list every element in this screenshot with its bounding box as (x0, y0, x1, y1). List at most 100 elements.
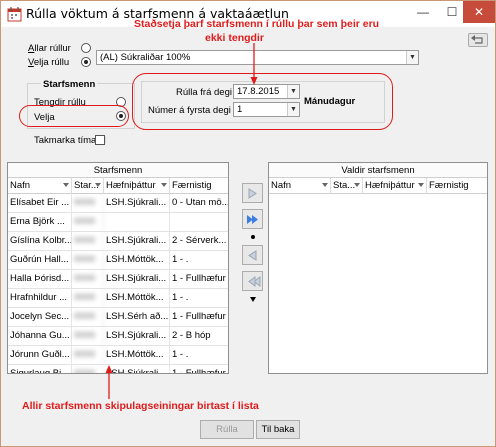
filter-icon[interactable] (322, 183, 328, 187)
close-button[interactable]: ✕ (463, 1, 495, 23)
cell-level: 2 - B hóp (170, 327, 228, 345)
cell-name: Guðrún Hall... (8, 251, 72, 269)
cell-level (170, 213, 228, 231)
separator-dot (251, 235, 255, 239)
cell-skill: LSH.Sjúkrali... (104, 232, 170, 250)
table-row[interactable]: Halla Þórisd... 0000 LSH.Sjúkrali... 1 - Fu… (8, 270, 228, 289)
cell-skill: LSH.Sjúkrali... (104, 365, 170, 373)
column-header-staff-no[interactable]: Sta... (331, 178, 363, 194)
cell-level: 1 - Fullhæfur (170, 270, 228, 288)
cell-skill: LSH.Móttök... (104, 346, 170, 364)
roll-button[interactable]: Rúlla (200, 420, 254, 439)
staff-grid: Starfsmenn Nafn Star... Hæfniþáttur Færn… (7, 162, 229, 374)
annotation-bottom: Allir starfsmenn skipulagseiningar birta… (22, 400, 259, 412)
move-all-right-button[interactable] (242, 209, 263, 229)
cell-level: 2 - Sérverk... (170, 232, 228, 250)
annotation-top-line1: Staðsetja þarf starfsmenn í rúllu þar se… (134, 18, 380, 30)
staff-group-legend: Starfsmenn (41, 79, 98, 90)
cell-star: 0000 (72, 270, 104, 288)
selected-staff-grid-title: Valdir starfsmenn (269, 163, 487, 178)
column-header-name[interactable]: Nafn (269, 178, 331, 194)
arrow-right-icon (248, 188, 257, 199)
choose-roll-label: Velja rúllu (28, 57, 70, 68)
column-header-skill[interactable]: Hæfniþáttur (363, 178, 427, 194)
table-row[interactable]: Jóhanna Gu... 0000 LSH.Sjúkrali... 2 - B hó… (8, 327, 228, 346)
double-arrow-right-icon (247, 215, 258, 224)
limit-period-checkbox[interactable] (95, 135, 105, 145)
chevron-down-icon[interactable]: ▼ (406, 51, 418, 64)
undo-icon (471, 35, 483, 44)
cell-level: 1 - Fullhæfur (170, 365, 228, 373)
cell-skill: LSH.Sjúkrali... (104, 194, 170, 212)
back-button[interactable]: Til baka (256, 420, 300, 439)
cell-skill: LSH.Sérh að... (104, 308, 170, 326)
cell-star: 0000 (72, 289, 104, 307)
choose-roll-radio[interactable] (81, 57, 91, 67)
cell-name: Jóhanna Gu... (8, 327, 72, 345)
cell-name: Sigurlaug Bj... (8, 365, 72, 373)
cell-level: 1 - . (170, 251, 228, 269)
table-row[interactable]: Elísabet Eir ... 0000 LSH.Sjúkrali... 0 - U… (8, 194, 228, 213)
cell-star: 0000 (72, 365, 104, 373)
dialog-window: Rúlla vöktum á starfsmenn á vaktaáætlun … (0, 0, 496, 447)
table-row[interactable]: Jórunn Guðl... 0000 LSH.Móttök... 1 - . (8, 346, 228, 365)
roll-select-value: (AL) Súkraliðar 100% (100, 52, 191, 63)
cell-star: 0000 (72, 327, 104, 345)
filter-icon[interactable] (418, 183, 424, 187)
table-row[interactable]: Hrafnhildur ... 0000 LSH.Móttök... 1 - . (8, 289, 228, 308)
cell-star: 0000 (72, 308, 104, 326)
annotation-top-line2: ekki tengdir (205, 32, 264, 44)
staff-grid-header: Nafn Star... Hæfniþáttur Færnistig (8, 178, 228, 194)
all-rolls-label: Allar rúllur (28, 43, 71, 54)
move-all-left-button[interactable] (242, 271, 263, 291)
double-arrow-left-icon (248, 276, 261, 287)
filter-icon[interactable] (161, 183, 167, 187)
column-header-skill[interactable]: Hæfniþáttur (104, 178, 170, 194)
table-row[interactable]: Jocelyn Sec... 0000 LSH.Sérh að... 1 - Full… (8, 308, 228, 327)
column-header-name[interactable]: Nafn (8, 178, 72, 194)
cell-name: Erna Björk ... (8, 213, 72, 231)
cell-level: 1 - . (170, 289, 228, 307)
more-down-icon (250, 297, 256, 302)
cell-skill: LSH.Móttök... (104, 289, 170, 307)
move-right-button[interactable] (242, 183, 263, 203)
table-row[interactable]: Erna Björk ... 0000 (8, 213, 228, 232)
filter-icon[interactable] (95, 183, 101, 187)
filter-icon[interactable] (63, 183, 69, 187)
cell-level: 1 - . (170, 346, 228, 364)
cell-name: Elísabet Eir ... (8, 194, 72, 212)
all-rolls-radio[interactable] (81, 43, 91, 53)
minimize-button[interactable]: — (409, 1, 437, 23)
undo-button[interactable] (468, 33, 488, 47)
table-row[interactable]: Sigurlaug Bj... 0000 LSH.Sjúkrali... 1 - Fu… (8, 365, 228, 373)
cell-star: 0000 (72, 232, 104, 250)
cell-name: Hrafnhildur ... (8, 289, 72, 307)
cell-star: 0000 (72, 194, 104, 212)
selected-staff-grid-header: Nafn Sta... Hæfniþáttur Færnistig (269, 178, 487, 194)
cell-skill: LSH.Móttök... (104, 251, 170, 269)
selected-staff-grid: Valdir starfsmenn Nafn Sta... Hæfniþáttu… (268, 162, 488, 374)
cell-skill (104, 213, 170, 231)
annotation-ellipse-dates (132, 73, 393, 130)
maximize-button[interactable]: ☐ (438, 1, 466, 23)
annotation-ellipse-velja (19, 105, 129, 127)
table-row[interactable]: Gíslína Kolbr... 0000 LSH.Sjúkrali... 2 - S… (8, 232, 228, 251)
cell-name: Jocelyn Sec... (8, 308, 72, 326)
cell-skill: LSH.Sjúkrali... (104, 327, 170, 345)
roll-select[interactable]: (AL) Súkraliðar 100% ▼ (96, 50, 419, 65)
cell-level: 0 - Utan mö... (170, 194, 228, 212)
column-header-level[interactable]: Færnistig (427, 178, 487, 194)
arrow-left-icon (248, 250, 257, 261)
app-icon (7, 7, 22, 22)
cell-star: 0000 (72, 213, 104, 231)
staff-grid-title: Starfsmenn (8, 163, 228, 178)
filter-icon[interactable] (354, 183, 360, 187)
cell-name: Gíslína Kolbr... (8, 232, 72, 250)
cell-name: Jórunn Guðl... (8, 346, 72, 364)
column-header-level[interactable]: Færnistig (170, 178, 228, 194)
cell-star: 0000 (72, 251, 104, 269)
column-header-staff-no[interactable]: Star... (72, 178, 104, 194)
cell-name: Halla Þórisd... (8, 270, 72, 288)
table-row[interactable]: Guðrún Hall... 0000 LSH.Móttök... 1 - . (8, 251, 228, 270)
move-left-button[interactable] (242, 245, 263, 265)
